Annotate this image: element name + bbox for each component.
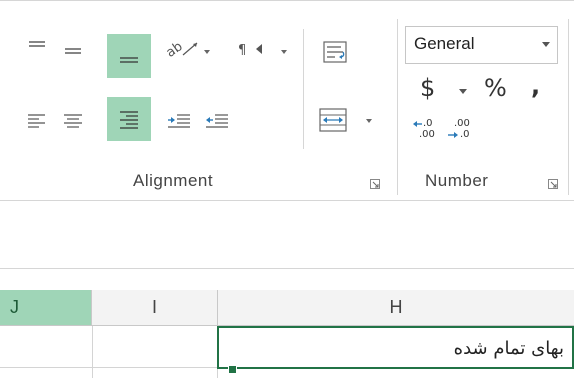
text-direction-button[interactable]: ¶ xyxy=(234,36,296,64)
number-group-label: Number xyxy=(425,171,489,190)
align-right-icon xyxy=(120,111,138,129)
column-header-label: H xyxy=(389,297,403,317)
middle-align-icon xyxy=(65,48,81,54)
cell-divider xyxy=(92,326,93,378)
comma-style-button[interactable]: , xyxy=(522,72,554,107)
wrap-text-button[interactable] xyxy=(318,36,352,70)
decrease-decimal-top: .00 xyxy=(454,118,470,129)
formula-bar-border xyxy=(0,268,574,269)
orientation-icon: ab xyxy=(164,39,210,61)
align-left-button[interactable] xyxy=(24,104,50,138)
dialog-launcher-icon xyxy=(548,179,558,189)
merge-center-button[interactable] xyxy=(314,102,384,138)
increase-decimal-bottom: .00 xyxy=(419,129,435,140)
column-headers: J I H xyxy=(0,290,574,326)
ribbon: ab ¶ Alignment General $ % , .0 .00 .00 … xyxy=(0,0,574,201)
decrease-decimal-bottom: .0 xyxy=(460,129,470,140)
alignment-dialog-launcher[interactable] xyxy=(370,176,380,189)
ribbon-separator xyxy=(303,29,304,149)
wrap-text-icon xyxy=(323,41,347,63)
increase-indent-icon xyxy=(206,114,228,128)
accounting-format-button[interactable]: $ xyxy=(414,73,476,107)
top-align-button[interactable] xyxy=(24,34,50,60)
column-header-label: J xyxy=(10,297,19,317)
percent-style-button[interactable]: % xyxy=(480,73,516,107)
column-header-label: I xyxy=(151,297,157,317)
bottom-align-icon xyxy=(120,57,138,63)
percent-style-icon: % xyxy=(484,74,507,102)
decrease-indent-button[interactable] xyxy=(164,104,194,138)
ribbon-right-edge xyxy=(568,19,569,195)
text-direction-icon: ¶ xyxy=(238,43,287,58)
bottom-align-button[interactable] xyxy=(107,34,151,78)
ribbon-group-separator xyxy=(397,19,398,195)
merge-center-icon xyxy=(319,108,372,132)
svg-text:¶: ¶ xyxy=(238,43,246,58)
number-dialog-launcher[interactable] xyxy=(548,176,558,189)
dialog-launcher-icon xyxy=(370,179,380,189)
fill-handle[interactable] xyxy=(228,365,237,374)
alignment-group-label: Alignment xyxy=(133,171,214,190)
increase-decimal-icon: .0 .00 xyxy=(412,113,444,147)
chevron-down-icon xyxy=(542,42,550,47)
increase-indent-button[interactable] xyxy=(202,104,232,138)
accounting-format-icon: $ xyxy=(420,74,436,102)
comma-style-icon: , xyxy=(531,72,541,100)
excel-window: ab ¶ Alignment General $ % , .0 .00 .00 … xyxy=(0,0,574,378)
increase-decimal-top: .0 xyxy=(423,118,433,129)
decrease-indent-icon xyxy=(168,114,190,128)
column-header-j[interactable]: J xyxy=(0,290,92,325)
chevron-down-icon xyxy=(459,89,467,94)
cell-value: بهای تمام شده xyxy=(453,338,564,359)
top-align-icon xyxy=(29,41,45,47)
middle-align-button[interactable] xyxy=(60,34,86,68)
svg-text:ab: ab xyxy=(164,39,186,61)
align-left-icon xyxy=(28,114,45,128)
number-format-dropdown[interactable]: General xyxy=(405,26,558,64)
center-button[interactable] xyxy=(60,104,86,138)
active-cell[interactable]: بهای تمام شده xyxy=(217,326,574,369)
column-header-i[interactable]: I xyxy=(92,290,218,325)
column-header-h[interactable]: H xyxy=(218,290,574,325)
align-right-button[interactable] xyxy=(107,97,151,141)
orientation-button[interactable]: ab xyxy=(160,36,218,64)
increase-decimal-button[interactable]: .0 .00 xyxy=(412,113,444,147)
decrease-decimal-button[interactable]: .00 .0 xyxy=(446,113,478,147)
decrease-decimal-icon: .00 .0 xyxy=(446,113,478,147)
center-icon xyxy=(64,114,82,128)
number-format-value: General xyxy=(414,34,475,53)
